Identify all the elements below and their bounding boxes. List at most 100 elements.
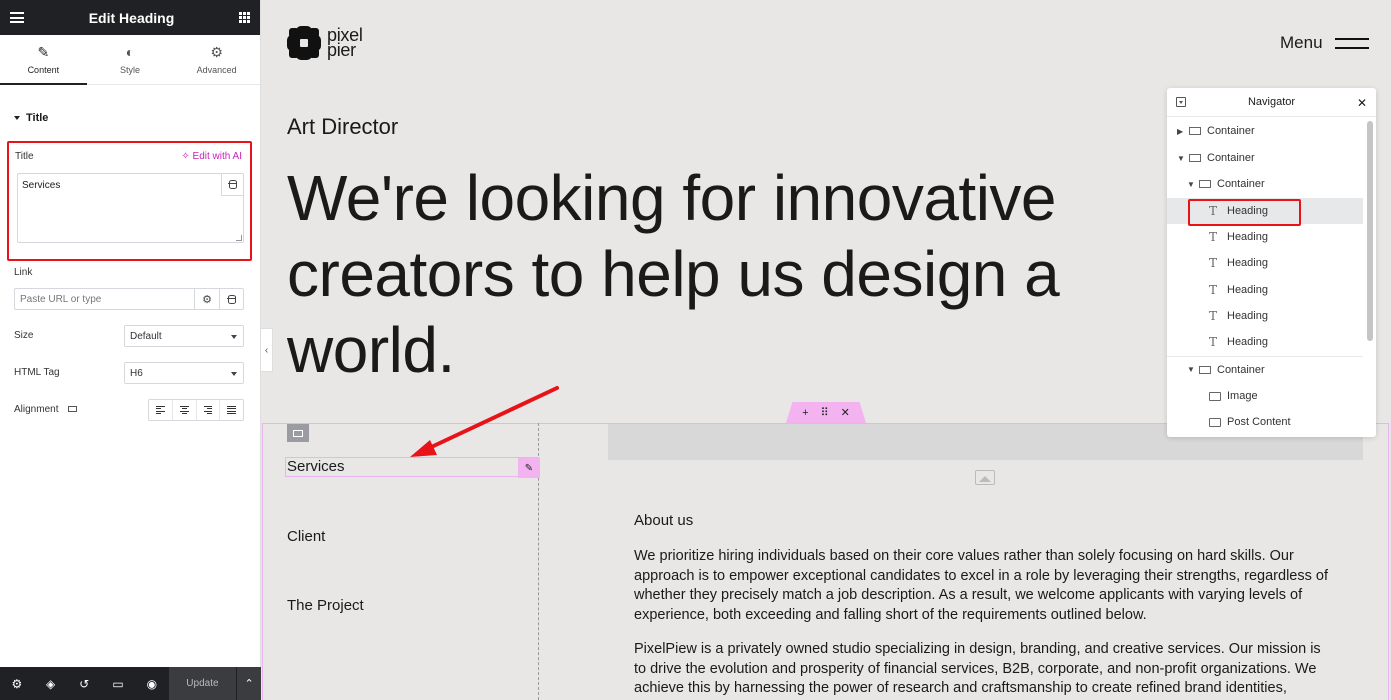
chevron-up-icon[interactable]: ⌃ xyxy=(236,667,261,700)
settings-gear-icon[interactable]: ⚙ xyxy=(0,677,34,691)
tab-content[interactable]: ✎ Content xyxy=(0,35,87,85)
edit-with-ai-button[interactable]: ✧ Edit with AI xyxy=(181,151,242,162)
align-justify-button[interactable] xyxy=(219,400,243,420)
navigator-item[interactable]: T Heading xyxy=(1167,329,1363,355)
preview-eye-icon[interactable]: ◉ xyxy=(135,677,169,691)
about-paragraph-1[interactable]: We prioritize hiring individuals based o… xyxy=(634,547,1334,626)
hamburger-menu-icon[interactable] xyxy=(10,12,24,23)
alignment-buttons xyxy=(148,399,244,421)
navigator-header[interactable]: Navigator ✕ xyxy=(1167,88,1376,117)
navigator-item[interactable]: T Heading xyxy=(1167,303,1363,329)
client-heading[interactable]: Client xyxy=(287,528,325,545)
chevron-left-icon: ‹ xyxy=(264,344,269,356)
navigator-item-label: Container xyxy=(1217,363,1265,376)
half-circle-icon: ◐ xyxy=(125,43,135,60)
container-icon xyxy=(1199,365,1211,374)
caret-down-icon xyxy=(14,116,20,120)
navigator-item[interactable]: ▼ Container xyxy=(1167,171,1363,197)
caret-right-icon[interactable]: ▶ xyxy=(1177,127,1185,136)
link-dynamic-button[interactable] xyxy=(219,289,243,309)
site-logo[interactable]: pixel pier xyxy=(287,26,363,60)
image-placeholder-icon xyxy=(975,470,995,485)
navigator-scrollbar[interactable] xyxy=(1367,121,1373,341)
link-field: Paste URL or type ⚙ xyxy=(14,288,244,310)
collapse-all-icon[interactable] xyxy=(1176,97,1186,107)
logo-text: pixel pier xyxy=(327,26,363,60)
navigator-item[interactable]: T Heading xyxy=(1167,224,1363,250)
resize-handle[interactable] xyxy=(236,235,242,241)
size-label: Size xyxy=(14,330,34,341)
heading-t-icon: T xyxy=(1209,256,1218,270)
title-field-label: Title xyxy=(15,151,34,162)
layers-icon[interactable]: ◈ xyxy=(34,677,68,691)
drag-handle-icon[interactable]: ⠿ xyxy=(821,406,829,419)
size-select[interactable]: Default xyxy=(124,325,244,347)
container-handle: + ⠿ ✕ xyxy=(786,402,866,423)
desktop-icon[interactable] xyxy=(68,406,78,413)
edit-pencil-icon[interactable]: ✎ xyxy=(518,458,540,478)
project-heading[interactable]: The Project xyxy=(287,597,364,614)
navigator-item[interactable]: ▼ Container xyxy=(1167,356,1363,382)
database-icon xyxy=(228,180,237,189)
navigator-item[interactable]: ▼ Container xyxy=(1167,145,1363,171)
logo-line-2: pier xyxy=(327,40,356,60)
align-left-button[interactable] xyxy=(149,400,172,420)
delete-icon[interactable]: ✕ xyxy=(841,406,850,419)
navigator-title: Navigator xyxy=(1247,96,1296,108)
caret-down-icon[interactable]: ▼ xyxy=(1187,180,1195,189)
navigator-item[interactable]: T Heading xyxy=(1167,277,1363,303)
collapse-panel-button[interactable]: ‹ xyxy=(261,328,273,372)
navigator-item-label: Heading xyxy=(1227,284,1268,296)
history-icon[interactable]: ↺ xyxy=(67,677,101,691)
navigator-item[interactable]: ▶ Container xyxy=(1167,118,1363,144)
hero-heading[interactable]: We're looking for innovative creators to… xyxy=(287,160,1147,388)
tab-style[interactable]: ◐ Style xyxy=(87,35,174,84)
navigator-item-label: Heading xyxy=(1227,231,1268,243)
gear-icon: ⚙ xyxy=(210,43,223,60)
role-heading[interactable]: Art Director xyxy=(287,114,398,140)
responsive-mode-icon[interactable]: ▭ xyxy=(101,677,135,691)
panel-footer: ⚙ ◈ ↺ ▭ ◉ Update ⌃ xyxy=(0,667,261,700)
link-label: Link xyxy=(14,267,33,278)
image-icon xyxy=(1209,391,1221,401)
site-menu-button[interactable]: Menu xyxy=(1280,33,1369,53)
navigator-item-label: Heading xyxy=(1227,257,1268,269)
editor-panel: Edit Heading ✎ Content ◐ Style ⚙ Advance… xyxy=(0,0,261,700)
caret-down-icon[interactable]: ▼ xyxy=(1187,365,1195,374)
database-icon xyxy=(227,294,236,304)
add-icon[interactable]: + xyxy=(802,407,808,419)
container-icon xyxy=(1189,154,1201,162)
navigator-highlight-box xyxy=(1188,199,1301,226)
alignment-label: Alignment xyxy=(14,404,78,415)
caret-down-icon[interactable]: ▼ xyxy=(1177,154,1185,163)
panel-tabs: ✎ Content ◐ Style ⚙ Advanced xyxy=(0,35,260,85)
title-textarea[interactable]: Services xyxy=(17,173,244,243)
heading-t-icon: T xyxy=(1209,230,1218,244)
navigator-item[interactable]: Image xyxy=(1167,383,1363,409)
align-right-button[interactable] xyxy=(195,400,220,420)
tab-advanced[interactable]: ⚙ Advanced xyxy=(173,35,260,84)
navigator-item[interactable]: Post Content xyxy=(1167,409,1363,435)
navigator-item-label: Image xyxy=(1227,390,1258,402)
update-button[interactable]: Update xyxy=(168,667,237,700)
container-icon xyxy=(1189,127,1201,135)
about-paragraph-2[interactable]: PixelPiew is a privately owned studio sp… xyxy=(634,640,1334,699)
navigator-item[interactable]: T Heading xyxy=(1167,250,1363,276)
title-textarea-value: Services xyxy=(22,180,61,191)
navigator-item-label: Heading xyxy=(1227,310,1268,322)
widgets-grid-icon[interactable] xyxy=(239,12,250,23)
about-heading[interactable]: About us xyxy=(634,512,693,529)
container-select-icon[interactable] xyxy=(287,424,309,442)
close-icon[interactable]: ✕ xyxy=(1357,96,1367,110)
link-options-gear-icon[interactable]: ⚙ xyxy=(195,289,219,309)
section-title-toggle[interactable]: Title xyxy=(14,112,48,124)
align-center-button[interactable] xyxy=(171,400,196,420)
chevron-down-icon xyxy=(231,335,237,339)
navigator-item-label: Container xyxy=(1217,178,1265,190)
panel-header: Edit Heading xyxy=(0,0,260,35)
navigator-item-label: Heading xyxy=(1227,336,1268,348)
link-input[interactable]: Paste URL or type xyxy=(15,289,195,309)
dynamic-tags-button[interactable] xyxy=(221,174,243,196)
services-heading[interactable]: Services xyxy=(287,458,345,475)
html-tag-select[interactable]: H6 xyxy=(124,362,244,384)
